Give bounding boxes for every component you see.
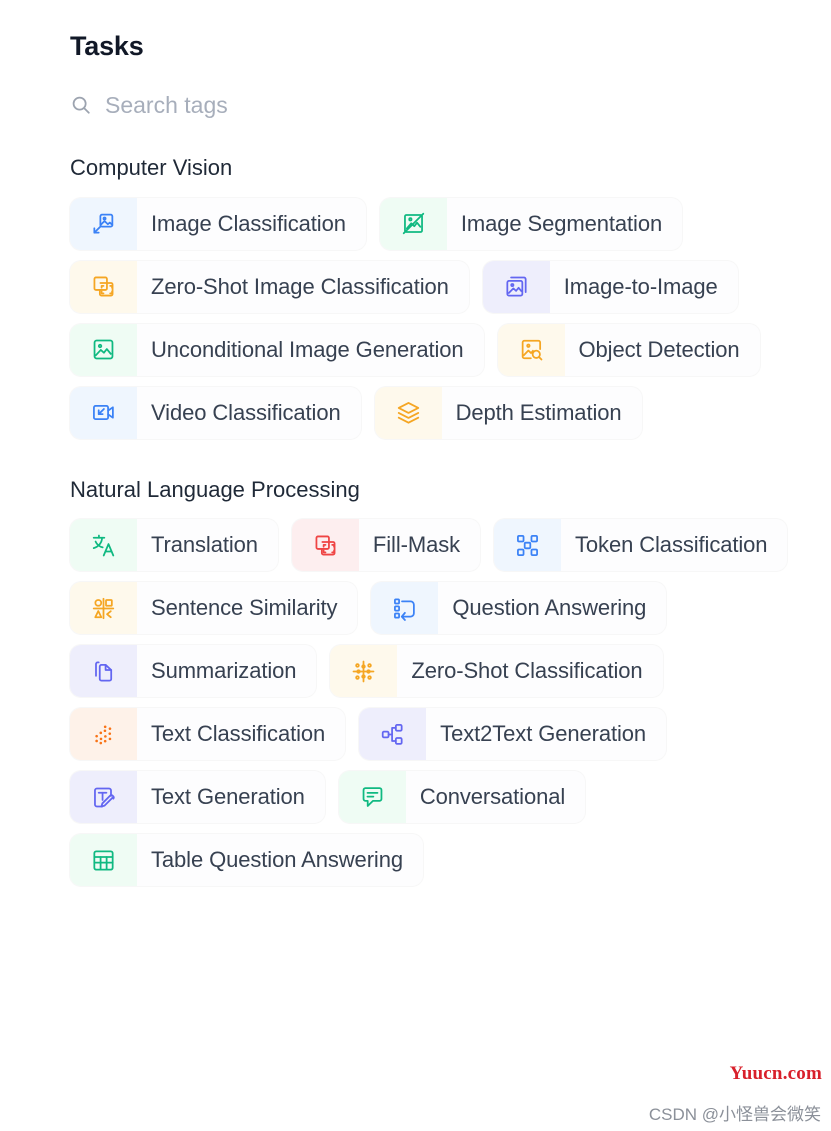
tag-label: Sentence Similarity — [151, 595, 338, 621]
tag-label: Image Classification — [151, 210, 346, 236]
section-title: Natural Language Processing — [70, 476, 360, 502]
shapes-grid-icon — [70, 582, 137, 635]
tag-pill[interactable]: Text Classification — [70, 708, 346, 761]
tag-label: Translation — [151, 532, 258, 558]
tag-pill[interactable]: Fill-Mask — [291, 519, 481, 572]
image-slash-icon — [379, 197, 447, 250]
tag-label: Fill-Mask — [372, 532, 461, 558]
image-icon — [70, 323, 137, 376]
tag-pill[interactable]: Text2Text Generation — [359, 708, 667, 761]
tag-pill[interactable]: Image Classification — [70, 197, 366, 250]
tag-pill[interactable]: Token Classification — [494, 519, 788, 572]
tag-pill[interactable]: Zero-Shot Image Classification — [70, 260, 469, 313]
tag-pill[interactable]: Sentence Similarity — [70, 582, 358, 635]
layers-icon — [374, 386, 442, 439]
tag-pill[interactable]: Image-to-Image — [482, 260, 738, 313]
tag-pill[interactable]: Zero-Shot Classification — [330, 645, 663, 698]
text-pencil-icon — [70, 771, 137, 824]
documents-icon — [70, 645, 137, 698]
tag-label: Text Classification — [151, 721, 326, 747]
copy-frame-icon — [70, 260, 137, 313]
search-icon — [70, 94, 92, 116]
translate-icon — [70, 519, 137, 572]
tag-pill[interactable]: Question Answering — [371, 582, 667, 635]
tag-label: Video Classification — [151, 399, 341, 425]
tag-label: Image Segmentation — [460, 210, 663, 236]
tag-label: Table Question Answering — [151, 847, 403, 873]
tag-list: Image Classification Image Segmentation Ze… — [70, 197, 831, 439]
tag-label: Text2Text Generation — [440, 721, 647, 747]
chat-bubble-icon — [338, 771, 406, 824]
nodes-grid-icon — [494, 519, 562, 572]
tag-label: Object Detection — [578, 336, 740, 362]
list-reply-icon — [371, 582, 439, 635]
tasks-panel: Tasks Computer Vision Image Classificatio… — [0, 0, 831, 1131]
search-input[interactable] — [105, 91, 525, 120]
image-stack-icon — [482, 260, 550, 313]
tag-label: Question Answering — [452, 595, 647, 621]
tag-section-computer-vision: Computer Vision Image Classification Image… — [70, 155, 811, 439]
watermark-gray: CSDN @小怪兽会微笑 — [648, 1105, 821, 1124]
tag-pill[interactable]: Text Generation — [70, 771, 325, 824]
tag-pill[interactable]: Video Classification — [70, 386, 361, 439]
tag-label: Text Generation — [151, 784, 305, 810]
dots-cluster-icon — [70, 708, 137, 761]
table-icon — [70, 834, 137, 887]
tag-list: Translation Fill-Mask Token Classification… — [70, 519, 831, 887]
search-tags-row[interactable] — [70, 88, 811, 122]
copy-frame-icon — [291, 519, 359, 572]
tag-pill[interactable]: Depth Estimation — [374, 386, 642, 439]
tag-sections: Computer Vision Image Classification Image… — [70, 155, 811, 887]
watermark-red: Yuucn.com — [729, 1063, 822, 1084]
tag-pill[interactable]: Object Detection — [497, 323, 760, 376]
tag-label: Token Classification — [575, 532, 768, 558]
tag-label: Depth Estimation — [455, 399, 622, 425]
tag-label: Unconditional Image Generation — [151, 336, 464, 362]
video-arrow-icon — [70, 386, 137, 439]
scatter-cross-icon — [330, 645, 398, 698]
tag-pill[interactable]: Conversational — [338, 771, 586, 824]
page-title: Tasks — [70, 31, 144, 61]
tag-pill[interactable]: Summarization — [70, 645, 317, 698]
tag-label: Summarization — [151, 658, 297, 684]
tag-pill[interactable]: Table Question Answering — [70, 834, 423, 887]
tag-pill[interactable]: Translation — [70, 519, 278, 572]
tag-pill[interactable]: Unconditional Image Generation — [70, 323, 484, 376]
image-arrow-icon — [70, 197, 137, 250]
tag-label: Conversational — [419, 784, 566, 810]
tag-label: Image-to-Image — [563, 273, 718, 299]
flow-nodes-icon — [359, 708, 427, 761]
tag-section-natural-language-processing: Natural Language Processing Translation Fi… — [70, 476, 811, 887]
tag-pill[interactable]: Image Segmentation — [379, 197, 683, 250]
tag-label: Zero-Shot Image Classification — [151, 273, 449, 299]
image-search-icon — [497, 323, 565, 376]
section-title: Computer Vision — [70, 155, 233, 181]
tag-label: Zero-Shot Classification — [411, 658, 643, 684]
